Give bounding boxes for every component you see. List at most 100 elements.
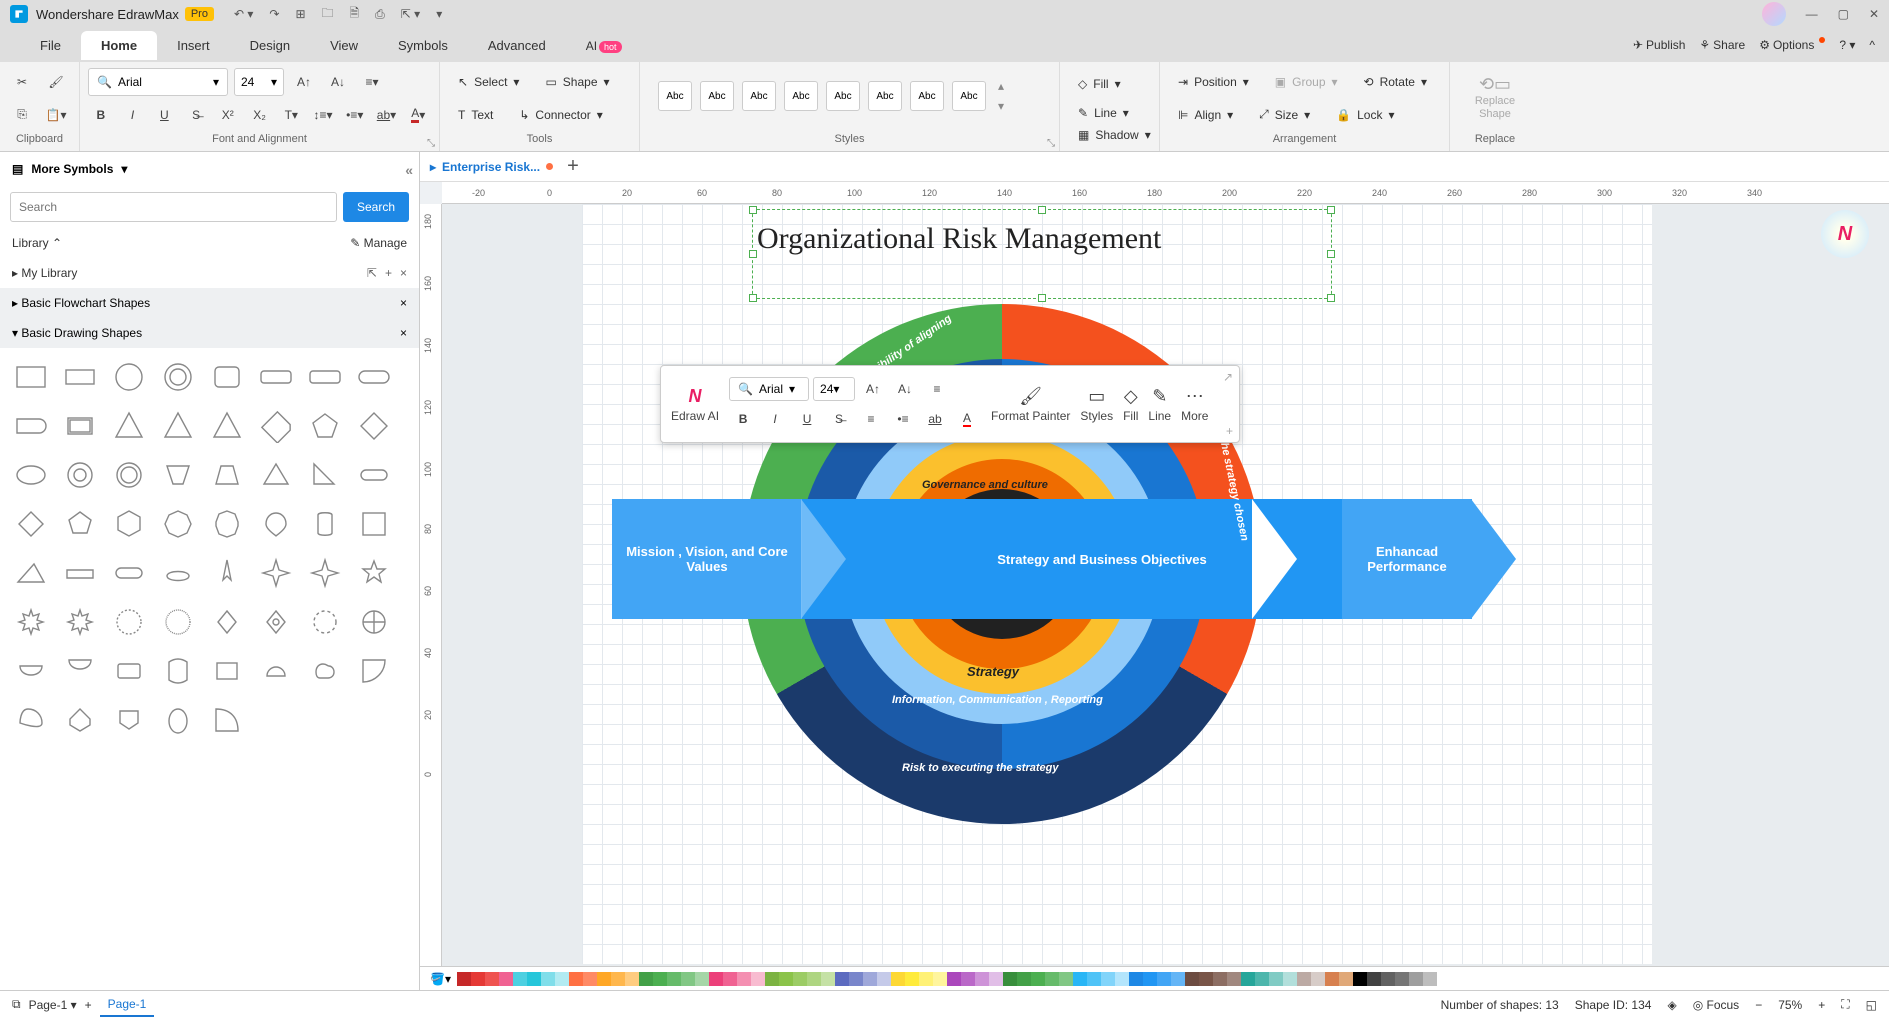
shape-13[interactable] — [255, 405, 296, 446]
ft-expand-icon[interactable]: ↗ — [1223, 370, 1233, 384]
shape-33[interactable] — [59, 552, 100, 593]
add-page-icon[interactable]: + — [85, 998, 92, 1012]
shape-16[interactable] — [10, 454, 51, 495]
shadow-tool[interactable]: ▦ Shadow ▾ — [1068, 124, 1161, 146]
shape-24[interactable] — [10, 503, 51, 544]
shape-44[interactable] — [206, 601, 247, 642]
shape-31[interactable] — [353, 503, 394, 544]
style-2[interactable]: Abc — [700, 81, 734, 111]
color-swatch[interactable] — [1031, 972, 1045, 986]
shape-27[interactable] — [157, 503, 198, 544]
color-swatch[interactable] — [891, 972, 905, 986]
ft-add-icon[interactable]: + — [1226, 424, 1233, 438]
increase-font-icon[interactable]: A↑ — [290, 69, 318, 95]
shape-19[interactable] — [157, 454, 198, 495]
color-swatch[interactable] — [737, 972, 751, 986]
align-icon[interactable]: ≡▾ — [358, 69, 386, 95]
search-input[interactable] — [10, 192, 337, 222]
shape-30[interactable] — [304, 503, 345, 544]
color-swatch[interactable] — [1073, 972, 1087, 986]
export-icon[interactable]: ⇱ ▾ — [401, 7, 420, 21]
shape-59[interactable] — [157, 699, 198, 740]
shape-36[interactable] — [206, 552, 247, 593]
publish-button[interactable]: ✈ Publish — [1633, 38, 1685, 52]
color-swatch[interactable] — [765, 972, 779, 986]
open-icon[interactable]: 🗀 — [322, 4, 334, 25]
color-swatch[interactable] — [709, 972, 723, 986]
share-button[interactable]: ⚘ Share — [1699, 38, 1745, 52]
color-swatch[interactable] — [989, 972, 1003, 986]
add-tab-icon[interactable]: + — [567, 155, 579, 178]
color-swatch[interactable] — [1157, 972, 1171, 986]
align-tool[interactable]: ⊫ Align▾ — [1168, 104, 1243, 126]
search-button[interactable]: Search — [343, 192, 409, 222]
more-symbols-label[interactable]: More Symbols — [31, 162, 113, 176]
replace-shape-label[interactable]: Replace Shape — [1458, 95, 1532, 121]
shape-45[interactable] — [255, 601, 296, 642]
color-swatch[interactable] — [947, 972, 961, 986]
zoom-in-icon[interactable]: + — [1818, 998, 1825, 1012]
close-drawing-icon[interactable]: × — [400, 326, 407, 340]
color-swatch[interactable] — [1325, 972, 1339, 986]
color-swatch[interactable] — [779, 972, 793, 986]
shape-15[interactable] — [353, 405, 394, 446]
position-tool[interactable]: ⇥ Position▾ — [1168, 71, 1259, 93]
color-swatch[interactable] — [905, 972, 919, 986]
case-icon[interactable]: T▾ — [278, 102, 304, 128]
more-icon[interactable]: ▾ — [436, 7, 442, 21]
shape-29[interactable] — [255, 503, 296, 544]
shape-18[interactable] — [108, 454, 149, 495]
save-icon[interactable]: 🗎 — [350, 4, 360, 25]
color-swatch[interactable] — [1101, 972, 1115, 986]
my-library-label[interactable]: My Library — [21, 266, 77, 280]
ft-dec-font-icon[interactable]: A↓ — [891, 376, 919, 402]
color-swatch[interactable] — [1199, 972, 1213, 986]
shape-53[interactable] — [255, 650, 296, 691]
shape-8[interactable] — [10, 405, 51, 446]
shape-40[interactable] — [10, 601, 51, 642]
lib-close-icon[interactable]: × — [400, 266, 407, 280]
strike-icon[interactable]: S̶ — [183, 102, 209, 128]
superscript-icon[interactable]: X² — [215, 102, 241, 128]
ft-align-icon[interactable]: ≡ — [923, 376, 951, 402]
ft-highlight-icon[interactable]: ab — [921, 406, 949, 432]
color-swatch[interactable] — [555, 972, 569, 986]
shape-43[interactable] — [157, 601, 198, 642]
mission-box[interactable]: Mission , Vision, and Core Values — [612, 499, 802, 619]
color-swatch[interactable] — [1353, 972, 1367, 986]
ft-bold-icon[interactable]: B — [729, 406, 757, 432]
style-3[interactable]: Abc — [742, 81, 776, 111]
shape-11[interactable] — [157, 405, 198, 446]
shape-3[interactable] — [157, 356, 198, 397]
paste-icon[interactable]: 📋▾ — [42, 102, 70, 128]
color-swatch[interactable] — [751, 972, 765, 986]
ft-size-select[interactable]: 24▾ — [813, 377, 855, 401]
color-swatch[interactable] — [541, 972, 555, 986]
color-swatch[interactable] — [611, 972, 625, 986]
color-swatch[interactable] — [793, 972, 807, 986]
color-swatch[interactable] — [1283, 972, 1297, 986]
layers-icon[interactable]: ◈ — [1667, 998, 1676, 1012]
lib-add-icon[interactable]: + — [385, 266, 392, 280]
color-swatch[interactable] — [1115, 972, 1129, 986]
shape-57[interactable] — [59, 699, 100, 740]
font-size-select[interactable]: 24▾ — [234, 68, 284, 96]
group-tool[interactable]: ▣ Group▾ — [1265, 71, 1348, 93]
subscript-icon[interactable]: X₂ — [247, 102, 273, 128]
shape-tool[interactable]: ▭ Shape ▾ — [535, 71, 619, 93]
shape-4[interactable] — [206, 356, 247, 397]
shape-0[interactable] — [10, 356, 51, 397]
line-spacing-icon[interactable]: ↕≡▾ — [310, 102, 336, 128]
shape-56[interactable] — [10, 699, 51, 740]
style-down-icon[interactable]: ▾ — [998, 99, 1004, 113]
shape-1[interactable] — [59, 356, 100, 397]
color-swatch[interactable] — [513, 972, 527, 986]
color-swatch[interactable] — [639, 972, 653, 986]
lib-export-icon[interactable]: ⇱ — [367, 266, 377, 280]
color-swatch[interactable] — [877, 972, 891, 986]
color-swatch[interactable] — [1409, 972, 1423, 986]
color-swatch[interactable] — [1395, 972, 1409, 986]
menu-advanced[interactable]: Advanced — [468, 31, 566, 60]
text-tool[interactable]: T Text — [448, 104, 503, 126]
color-swatch[interactable] — [1423, 972, 1437, 986]
